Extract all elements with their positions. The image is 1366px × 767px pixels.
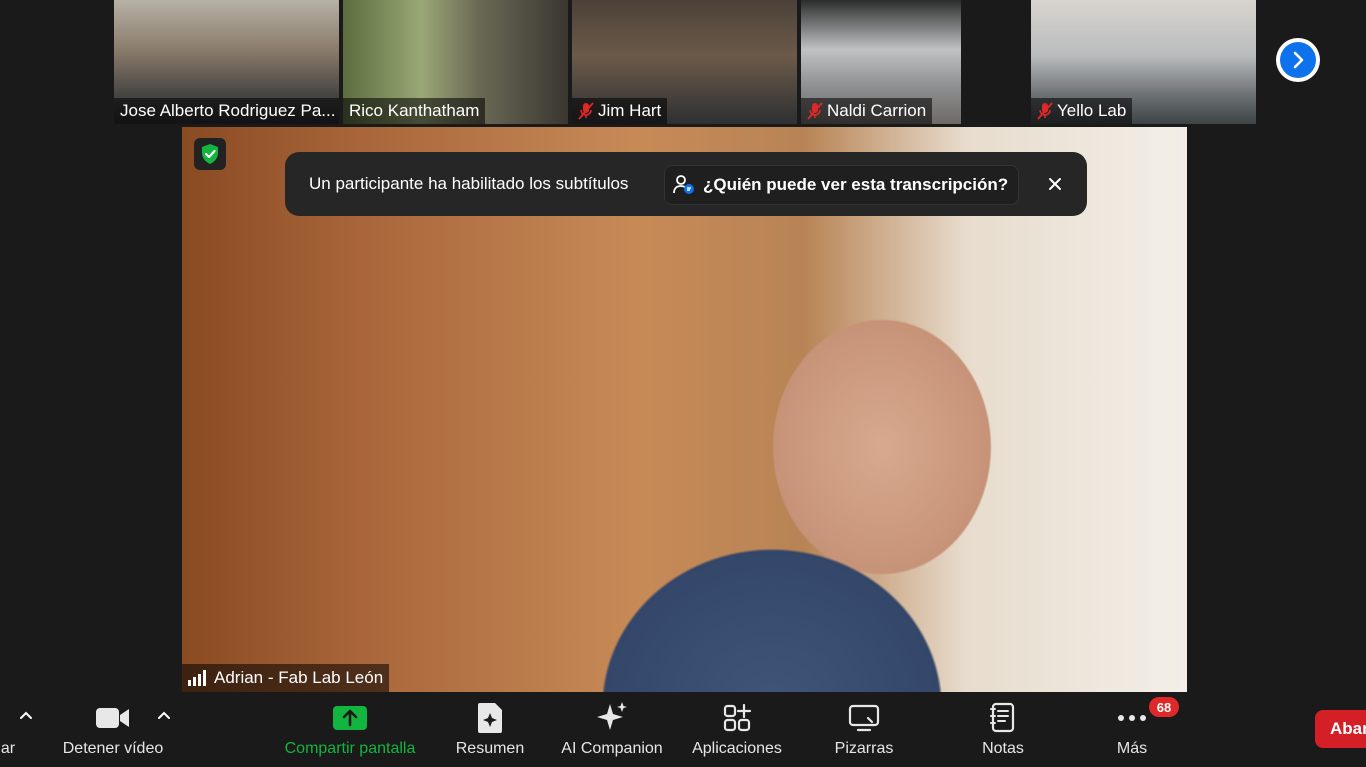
ai-companion-label: AI Companion [561,740,663,757]
captions-notification: Un participante ha habilitado los subtít… [285,152,1087,216]
close-button[interactable] [1041,170,1069,198]
sparkle-icon [597,702,627,730]
notes-label: Notas [982,740,1024,757]
apps-button[interactable]: Aplicaciones [682,692,792,767]
audio-label: ar [0,740,16,757]
participant-tile[interactable]: Rico Kanthatham [343,0,568,124]
participant-tile[interactable]: Jose Alberto Rodriguez Pa... [114,0,339,124]
stop-video-button[interactable]: Detener vídeo [52,692,174,767]
whiteboard-icon [848,704,880,732]
next-page-button[interactable] [1276,38,1320,82]
participant-name-tag: Rico Kanthatham [343,98,486,124]
summary-icon [478,703,502,733]
participant-tile[interactable]: Naldi Carrion [801,0,961,124]
video-label: Detener vídeo [62,740,164,757]
participant-name: Naldi Carrion [827,101,927,120]
close-icon [1049,178,1061,190]
leave-button[interactable]: Aband [1315,710,1366,748]
whiteboards-button[interactable]: Pizarras [820,692,908,767]
microphone-muted-icon [578,102,594,120]
notification-count-badge: 68 [1149,697,1179,717]
security-shield-icon[interactable] [194,138,226,170]
apps-label: Aplicaciones [692,740,782,757]
chevron-up-icon[interactable] [157,710,171,720]
share-screen-label: Compartir pantalla [284,740,416,757]
participant-name-tag: Naldi Carrion [801,98,933,124]
participant-name-tag: Jim Hart [572,98,668,124]
microphone-muted-icon [1037,102,1053,120]
ai-companion-button[interactable]: AI Companion [552,692,672,767]
transcript-visibility-button[interactable]: ¿Quién puede ver esta transcripción? [664,165,1020,205]
signal-strength-icon [188,670,206,686]
notes-button[interactable]: Notas [964,692,1042,767]
transcript-visibility-label: ¿Quién puede ver esta transcripción? [703,175,1009,194]
summary-button[interactable]: Resumen [446,692,534,767]
microphone-muted-icon [807,102,823,120]
participant-name: Jose Alberto Rodriguez Pa... [120,101,336,120]
people-icon [673,175,694,194]
more-dots-icon [1118,715,1146,721]
leave-label: Aband [1330,719,1366,738]
speaker-name-tag: Adrian - Fab Lab León [182,664,390,692]
participant-name: Jim Hart [598,101,662,120]
share-screen-button[interactable]: Compartir pantalla [272,692,428,767]
apps-icon [723,703,752,732]
notes-icon [990,702,1015,733]
video-camera-icon [96,708,129,728]
participant-name: Yello Lab [1057,101,1127,120]
more-label: Más [1116,740,1148,757]
participant-strip: Jose Alberto Rodriguez Pa... Rico Kantha… [0,0,1366,124]
summary-label: Resumen [455,740,525,757]
participant-tile[interactable]: Jim Hart [572,0,797,124]
whiteboards-label: Pizarras [834,740,894,757]
speaker-silhouette [492,417,1052,692]
audio-button[interactable]: ar [0,692,16,767]
participant-tile[interactable]: Yello Lab [1031,0,1256,124]
participant-name-tag: Yello Lab [1031,98,1133,124]
chevron-up-icon[interactable] [19,710,33,720]
speaker-name: Adrian - Fab Lab León [214,668,384,687]
participant-name-tag: Jose Alberto Rodriguez Pa... [114,98,339,124]
captions-message: Un participante ha habilitado los subtít… [309,174,629,193]
participant-name: Rico Kanthatham [349,101,480,120]
chevron-right-icon [1280,42,1316,78]
share-screen-icon [333,706,367,730]
